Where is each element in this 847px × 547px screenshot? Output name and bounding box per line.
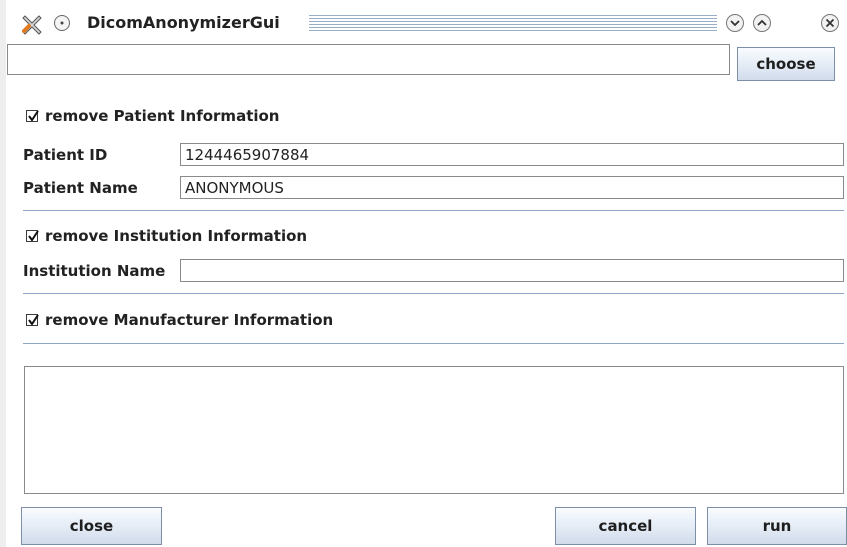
remove-patient-info-checkbox[interactable] [26,110,39,122]
remove-patient-info-label: remove Patient Information [45,107,280,125]
checkmark-icon [28,314,39,326]
window-menu-icon[interactable] [53,14,71,32]
file-path-input[interactable] [7,44,730,75]
remove-patient-info-option[interactable]: remove Patient Information [26,106,280,126]
choose-button[interactable]: choose [737,47,835,81]
remove-institution-info-label: remove Institution Information [45,227,308,245]
institution-name-label: Institution Name [23,262,166,280]
minimize-icon[interactable] [725,13,745,33]
title-bar[interactable]: DicomAnonymizerGui [7,8,847,40]
remove-institution-info-checkbox[interactable] [26,230,39,242]
patient-name-label: Patient Name [23,179,138,197]
separator [23,343,844,344]
remove-manufacturer-info-checkbox[interactable] [26,314,39,326]
remove-institution-info-option[interactable]: remove Institution Information [26,226,307,246]
checkmark-icon [28,230,39,242]
title-drag-grip[interactable] [309,15,717,31]
crossed-tools-icon[interactable] [21,13,43,35]
remove-manufacturer-info-option[interactable]: remove Manufacturer Information [26,310,333,330]
cancel-button[interactable]: cancel [555,507,696,545]
checkmark-icon [28,110,39,122]
remove-manufacturer-info-label: remove Manufacturer Information [45,311,334,329]
institution-name-field[interactable] [180,259,844,282]
separator [23,293,844,294]
close-icon[interactable] [820,13,840,33]
run-button[interactable]: run [707,507,847,545]
window-title: DicomAnonymizerGui [87,13,280,32]
patient-name-field[interactable] [180,176,844,199]
close-button[interactable]: close [21,507,162,545]
window-left-edge [0,0,6,547]
dicom-anonymizer-window: DicomAnonymizerGui choose remove Patient… [0,0,847,547]
log-output-area[interactable] [24,366,844,494]
patient-id-field[interactable] [180,143,844,166]
patient-id-label: Patient ID [23,146,108,164]
maximize-icon[interactable] [752,13,772,33]
separator [23,210,844,211]
